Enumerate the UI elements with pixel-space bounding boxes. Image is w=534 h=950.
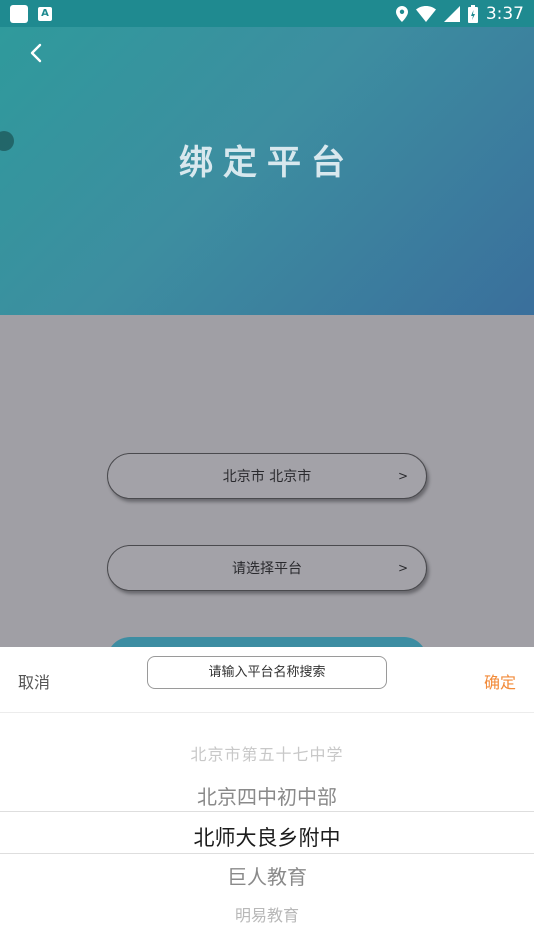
chevron-left-icon (30, 43, 42, 63)
battery-icon (467, 4, 478, 23)
location-icon (395, 5, 408, 22)
notification-icon (10, 4, 28, 23)
status-time: 3:37 (485, 3, 524, 24)
cancel-button[interactable]: 取消 (18, 669, 50, 693)
form-area: 北京市 北京市 > 请选择平台 > (0, 315, 534, 683)
keyboard-icon: A (38, 6, 52, 21)
chevron-right-icon: > (397, 469, 408, 483)
platform-picker-sheet: 取消 确定 北京市第五十七中学 北京四中初中部 北师大良乡附中 巨人教育 明易教… (0, 647, 534, 950)
picker-option[interactable]: 明易教育 (0, 902, 534, 926)
region-label: 北京市 北京市 (222, 469, 312, 485)
selection-divider (0, 853, 534, 854)
picker-option-selected[interactable]: 北师大良乡附中 (0, 822, 534, 852)
picker-toolbar: 取消 确定 (0, 647, 534, 713)
signal-icon (443, 5, 460, 22)
platform-selector[interactable]: 请选择平台 > (107, 545, 427, 591)
picker-option[interactable]: 巨人教育 (0, 861, 534, 890)
platform-label: 请选择平台 (232, 561, 302, 577)
status-bar: A 3:37 (0, 0, 534, 27)
chevron-right-icon: > (397, 561, 408, 575)
region-selector[interactable]: 北京市 北京市 > (107, 453, 427, 499)
selection-divider (0, 811, 534, 812)
page-title: 绑定平台 (179, 143, 355, 183)
picker-option[interactable]: 北京四中初中部 (0, 781, 534, 810)
confirm-button[interactable]: 确定 (484, 669, 516, 693)
header: 绑定平台 (0, 27, 534, 315)
wifi-icon (415, 5, 436, 22)
platform-search-input[interactable] (147, 656, 387, 689)
back-button[interactable] (24, 41, 48, 65)
picker-option[interactable]: 北京市第五十七中学 (0, 741, 534, 765)
platform-picker-wheel[interactable]: 北京市第五十七中学 北京四中初中部 北师大良乡附中 巨人教育 明易教育 (0, 731, 534, 941)
